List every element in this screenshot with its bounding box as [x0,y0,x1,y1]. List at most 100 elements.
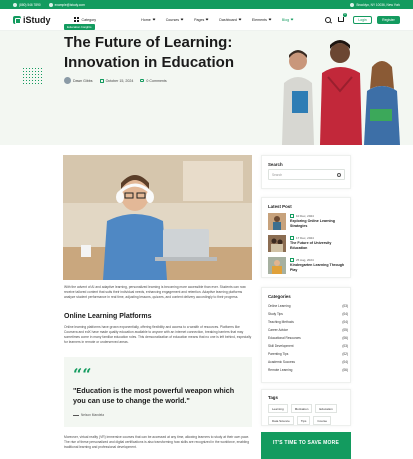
post-date: 25 Aug, 2024 [290,258,314,262]
category-count: (06) [342,368,348,372]
menu-item-home[interactable]: Home [141,17,156,22]
author-name: Dawn Gibbs [73,78,93,83]
menu-label: Elements [251,17,267,22]
grid-icon [73,17,79,22]
menu-label: Courses [165,17,180,22]
category-item[interactable]: Career Advice (05) [268,328,348,332]
chevron-down-icon [290,17,294,21]
cart-icon[interactable]: 0 [338,13,347,22]
post-thumbnail [268,235,286,252]
email-item[interactable]: example@istudy.com [48,2,85,7]
latest-post-item[interactable]: 10 Dec, 2024 Exploring Online Learning S… [268,213,348,231]
post-title[interactable]: Exploring Online Learning Strategies [290,219,348,229]
tag-list: Learning Motivation Education Data Scien… [268,404,348,428]
hero-students-image [270,31,413,145]
post-thumbnail [268,257,286,274]
latest-posts-widget: Latest Post 10 Dec, 2024 Exploring Onlin… [261,197,351,278]
latest-post-item[interactable]: 17 Dec, 2024 The Future of University Ed… [268,235,348,253]
category-item[interactable]: Online Learning (03) [268,304,348,308]
category-item[interactable]: Skill Development (03) [268,344,348,348]
post-date: 17 Dec, 2024 [290,236,314,240]
quote-text: "Education is the most powerful weapon w… [73,386,235,405]
tag[interactable]: Education [315,404,337,413]
category-item[interactable]: Parenting Tips (02) [268,352,348,356]
menu-item-dashboard[interactable]: Dashboard [219,17,242,22]
logo-icon [13,15,21,24]
comments-count[interactable]: 0 Comments [140,79,167,83]
category-item[interactable]: Remote Learning (06) [268,368,348,372]
category-badge[interactable]: Education Insights [64,24,95,30]
tag[interactable]: Tips [296,416,311,425]
category-item[interactable]: Educational Resources (06) [268,336,348,340]
cart-count-badge: 0 [343,13,347,17]
comment-icon [140,79,145,82]
post-title[interactable]: Kindergarten Learning Through Play [290,263,348,273]
promo-title: IT'S TIME TO SAVE MORE [273,440,339,446]
chevron-down-icon [152,17,156,21]
blockquote: ““ "Education is the most powerful weapo… [64,357,252,427]
search-placeholder: Search [272,172,283,177]
phone-icon [13,2,17,7]
page-title: The Future of Learning: Innovation in Ed… [64,34,234,71]
search-input[interactable]: Search [268,169,345,180]
logo-text: iStudy [23,14,51,25]
phone-text: (880) 546 7890 [19,2,41,7]
dot-pattern [22,67,44,85]
post-thumbnail [268,213,286,230]
category-name: Academic Success [268,360,295,364]
tags-widget: Tags Learning Motivation Education Data … [261,389,351,426]
login-button[interactable]: Login [353,15,372,24]
category-count: (03) [342,344,348,348]
tag[interactable]: Course [313,416,332,425]
logo[interactable]: iStudy [13,15,51,25]
quote-author: Nelson Mandela [73,413,104,417]
category-count: (05) [342,328,348,332]
widget-title: Tags [268,395,278,400]
category-label: Category [81,17,97,22]
phone-item[interactable]: (880) 546 7890 [13,2,41,7]
mail-icon [48,2,53,7]
register-button[interactable]: Register [377,15,400,24]
top-bar: (880) 546 7890 example@istudy.com Brookl… [0,0,413,9]
menu-item-elements[interactable]: Elements [251,17,272,22]
post-title[interactable]: The Future of University Education [290,241,348,251]
tag[interactable]: Motivation [290,404,313,413]
location-item: Brooklyn, NY 10036, New York [350,2,400,7]
category-item[interactable]: Study Tips (04) [268,312,348,316]
search-widget: Search Search [261,155,351,189]
latest-post-item[interactable]: 25 Aug, 2024 Kindergarten Learning Throu… [268,257,348,275]
search-icon[interactable] [337,173,341,177]
category-count: (03) [342,304,348,308]
menu-label: Pages [194,17,205,22]
category-name: Parenting Tips [268,352,289,356]
outro-paragraph: Moreover, virtual reality (VR) immersive… [64,435,250,449]
chevron-down-icon [180,17,184,21]
promo-banner[interactable]: IT'S TIME TO SAVE MORE [261,432,351,459]
main-nav: iStudy Category Home Courses Pages Dashb… [0,9,413,31]
chevron-down-icon [238,17,242,21]
author[interactable]: Dawn Gibbs [64,77,93,84]
menu-item-courses[interactable]: Courses [165,17,184,22]
menu-item-blog[interactable]: Blog [282,17,294,22]
category-button[interactable]: Category [73,17,97,22]
category-name: Study Tips [268,312,283,316]
category-name: Teaching Methods [268,320,294,324]
chevron-down-icon [268,17,272,21]
email-text: example@istudy.com [54,2,85,7]
category-item[interactable]: Academic Success (04) [268,360,348,364]
chevron-down-icon [205,17,209,21]
menu: Home Courses Pages Dashboard Elements Bl… [141,18,304,22]
menu-item-pages[interactable]: Pages [194,17,209,22]
location-text: Brooklyn, NY 10036, New York [356,2,400,7]
online-paragraph: Online learning platforms have grown exp… [64,325,252,344]
category-name: Online Learning [268,304,291,308]
category-item[interactable]: Teaching Methods (04) [268,320,348,324]
search-icon[interactable] [325,16,331,23]
section-heading: Online Learning Platforms [64,313,152,320]
tag[interactable]: Learning [268,404,288,413]
category-name: Career Advice [268,328,289,332]
calendar-icon [99,78,104,83]
tag[interactable]: Data Science [268,416,294,425]
widget-title: Latest Post [268,204,292,209]
intro-paragraph: With the advent of AI and adaptive learn… [64,285,246,299]
